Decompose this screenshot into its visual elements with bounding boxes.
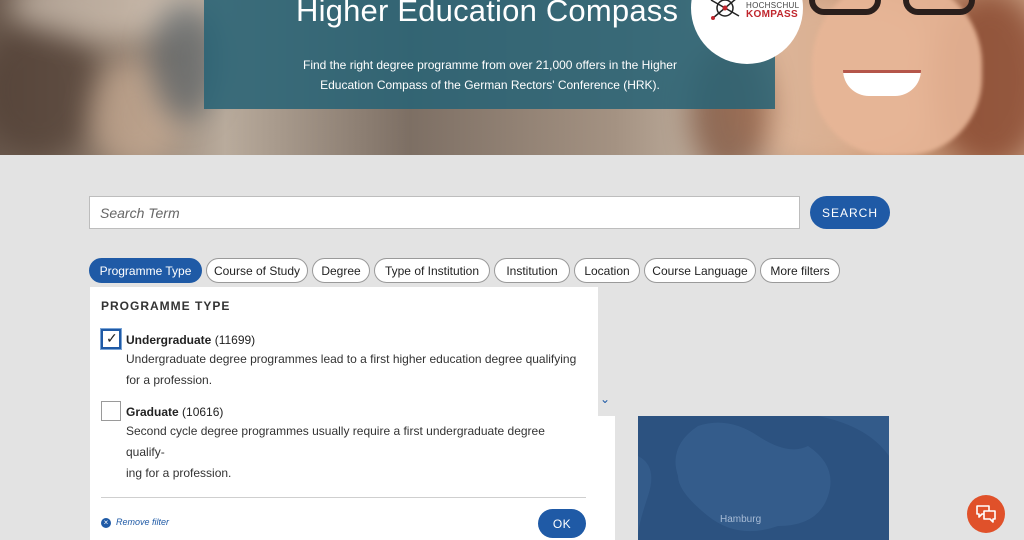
option-undergraduate-description: Undergraduate degree programmes lead to …	[126, 349, 586, 391]
chip-course-language[interactable]: Course Language	[644, 258, 756, 283]
chip-institution[interactable]: Institution	[494, 258, 570, 283]
search-button[interactable]: SEARCH	[810, 196, 890, 229]
description-line: for a profession.	[126, 373, 213, 387]
chip-programme-type[interactable]: Programme Type	[89, 258, 202, 283]
chevron-down-icon[interactable]: ⌄	[600, 392, 610, 406]
option-graduate-description: Second cycle degree programmes usually r…	[126, 421, 586, 484]
description-line: ing for a profession.	[126, 466, 232, 480]
map-city-label: Hamburg	[720, 514, 762, 525]
logo-text-bottom: KOMPASS	[746, 9, 798, 20]
option-graduate-label[interactable]: Graduate (10616)	[126, 405, 223, 419]
option-graduate-count: (10616)	[182, 405, 224, 419]
map-preview[interactable]	[638, 416, 889, 540]
checkbox-undergraduate[interactable]: ✓	[101, 329, 121, 349]
hero-subtitle: Find the right degree programme from ove…	[303, 58, 677, 92]
chip-more-filters[interactable]: More filters	[760, 258, 840, 283]
hero-photo-glasses	[809, 0, 975, 15]
option-undergraduate-count: (11699)	[214, 333, 256, 347]
chip-course-of-study[interactable]: Course of Study	[206, 258, 308, 283]
search-input[interactable]	[89, 196, 800, 229]
option-graduate-name: Graduate	[126, 405, 179, 419]
checkbox-graduate[interactable]	[101, 401, 121, 421]
compass-icon	[710, 0, 740, 20]
result-card	[597, 416, 615, 540]
close-circle-icon[interactable]: ×	[101, 518, 111, 528]
dropdown-title: PROGRAMME TYPE	[101, 299, 231, 313]
ok-button[interactable]: OK	[538, 509, 586, 538]
chip-type-of-institution[interactable]: Type of Institution	[374, 258, 490, 283]
page-title: Higher Education Compass	[296, 0, 679, 28]
check-icon: ✓	[106, 330, 118, 346]
option-undergraduate-label[interactable]: Undergraduate (11699)	[126, 333, 255, 347]
dropdown-divider	[101, 497, 586, 498]
chat-bubbles-icon	[976, 505, 996, 523]
chat-button[interactable]	[967, 495, 1005, 533]
remove-filter-link[interactable]: Remove filter	[116, 517, 169, 527]
description-line: Undergraduate degree programmes lead to …	[126, 352, 577, 366]
description-line: Second cycle degree programmes usually r…	[126, 424, 545, 459]
chip-location[interactable]: Location	[574, 258, 640, 283]
map-land-shapes	[638, 416, 889, 536]
chip-degree[interactable]: Degree	[312, 258, 370, 283]
option-undergraduate-name: Undergraduate	[126, 333, 212, 347]
